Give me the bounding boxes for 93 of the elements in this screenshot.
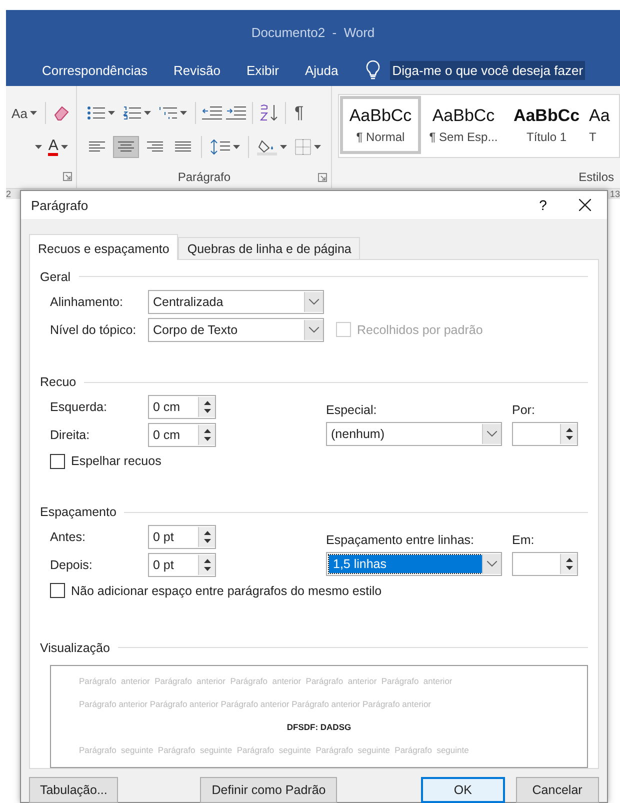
field-label: Especial: — [326, 402, 378, 420]
field-label: Antes: — [50, 530, 86, 544]
close-icon — [579, 199, 591, 211]
outline-level-dropdown[interactable]: Corpo de Texto — [148, 318, 324, 342]
change-case-button[interactable]: Aa — [10, 104, 40, 122]
line-spacing-button[interactable] — [208, 137, 242, 157]
section-heading: Recuo — [40, 375, 76, 390]
preview-line: DFSDF: DADSG — [286, 720, 352, 734]
borders-icon — [295, 139, 312, 155]
field-label: Por: — [512, 402, 536, 420]
section-heading: Geral — [40, 270, 71, 284]
sort-icon[interactable] — [259, 104, 280, 122]
ruler-number: 2 — [6, 189, 12, 199]
chevron-down-icon — [309, 298, 319, 305]
ribbon-tab[interactable]: Correspondências — [30, 62, 160, 78]
alignment-dropdown[interactable]: Centralizada — [148, 290, 324, 314]
dialog-launcher-icon[interactable] — [63, 172, 72, 181]
window-title: Documento2 - Word — [251, 24, 375, 40]
spin-arrows-icon — [202, 558, 212, 572]
section-heading: Visualização — [40, 640, 110, 655]
bullets-button[interactable] — [85, 104, 118, 122]
spin-arrows-icon — [564, 427, 574, 442]
preview-line: Parágrafo seguinte Parágrafo seguinte Parágrafo seguinte Parágrafo seguinte Parágrafo seguinte — [79, 744, 469, 757]
borders-button[interactable] — [293, 137, 324, 157]
decrease-indent-icon[interactable] — [202, 106, 222, 120]
chevron-down-icon — [487, 560, 497, 567]
caret-icon — [108, 111, 116, 115]
field-label: Nível do tópico: — [50, 322, 138, 337]
dialog-launcher-icon[interactable] — [318, 173, 327, 182]
field-label: Direita: — [50, 428, 91, 442]
lightbulb-icon — [366, 60, 380, 80]
field-label: Alinhamento: — [50, 294, 124, 309]
caret-icon — [233, 145, 240, 149]
field-label: Depois: — [50, 558, 94, 572]
mirror-indents-checkbox[interactable]: Espelhar recuos — [40, 449, 588, 474]
spacing-before-spinbox[interactable]: 0 pt — [148, 524, 216, 549]
caret-icon — [180, 111, 188, 115]
field-label: Espaçamento entre linhas: — [326, 532, 476, 549]
align-button[interactable] — [113, 136, 140, 158]
ribbon-tab[interactable]: Ajuda — [293, 62, 350, 78]
numbered-list-icon — [123, 106, 142, 120]
align-icon — [147, 141, 164, 153]
field-label: Esquerda: — [50, 400, 108, 414]
bullet-list-icon — [87, 106, 106, 120]
dialog-title: Parágrafo — [31, 198, 90, 212]
align-icon — [175, 141, 192, 153]
preview-line: Parágrafo anterior Parágrafo anterior Parágrafo anterior Parágrafo anterior Parágrafo anterior — [79, 674, 452, 688]
no-space-checkbox[interactable]: Não adicionar espaço entre parágrafos do mesmo estilo — [40, 578, 588, 603]
eraser-icon[interactable] — [52, 105, 70, 121]
dialog-tab[interactable]: Recuos e espaçamento — [29, 234, 178, 260]
line-spacing-icon — [210, 139, 230, 155]
caret-icon — [280, 145, 288, 149]
dialog-button[interactable]: Cancelar — [516, 777, 599, 803]
dialog-button[interactable]: OK — [421, 777, 505, 803]
ribbon-tab[interactable]: Revisão — [162, 62, 232, 78]
ruler-number: 13 — [610, 189, 620, 199]
preview-line: Parágrafo anterior Parágrafo anterior Parágrafo anterior Parágrafo anterior Parágrafo anterior — [79, 698, 431, 711]
caret-icon — [30, 111, 38, 115]
spin-arrows-icon — [202, 428, 212, 442]
section-heading: Espaçamento — [40, 505, 116, 520]
caret-icon — [314, 145, 322, 149]
caret-icon — [61, 145, 68, 149]
left-indent-spinbox[interactable]: 0 cm — [148, 395, 216, 420]
spin-arrows-icon — [202, 400, 212, 414]
group-label: Parágrafo — [178, 170, 231, 184]
show-marks-button[interactable]: ¶ — [292, 101, 306, 125]
style-item[interactable]: AaBbCc ¶ Normal — [339, 95, 422, 155]
group-label: Estilos — [578, 170, 614, 184]
dialog-button[interactable]: Definir como Padrão — [200, 777, 338, 803]
special-dropdown[interactable]: (nenhum) — [326, 422, 502, 446]
increase-indent-icon[interactable] — [226, 106, 246, 120]
multilevel-list-icon — [159, 106, 178, 120]
spacing-after-spinbox[interactable]: 0 pt — [148, 552, 216, 577]
numbering-button[interactable] — [121, 104, 154, 122]
multilevel-list-button[interactable] — [157, 104, 190, 122]
dialog-button[interactable]: Tabulação... — [29, 777, 118, 803]
align-icon — [118, 141, 134, 153]
align-icon — [89, 141, 106, 153]
ribbon-tab[interactable]: Exibir — [234, 62, 291, 78]
spin-arrows-icon — [202, 530, 212, 544]
paint-bucket-icon — [257, 138, 278, 156]
chevron-down-icon — [309, 326, 319, 333]
dialog-tab[interactable]: Quebras de linha e de página — [178, 237, 360, 259]
line-spacing-dropdown[interactable]: 1,5 linhas — [326, 552, 502, 576]
spin-arrows-icon — [564, 556, 574, 571]
caret-icon — [144, 111, 152, 115]
caret-icon[interactable] — [35, 145, 42, 149]
right-indent-spinbox[interactable]: 0 cm — [148, 423, 216, 448]
help-button[interactable]: ? — [523, 196, 563, 214]
font-color-button[interactable]: A — [46, 136, 70, 158]
field-label: Em: — [512, 532, 536, 549]
tell-me-search[interactable]: Diga-me o que você deseja fazer — [390, 60, 586, 80]
chevron-down-icon — [487, 431, 497, 438]
